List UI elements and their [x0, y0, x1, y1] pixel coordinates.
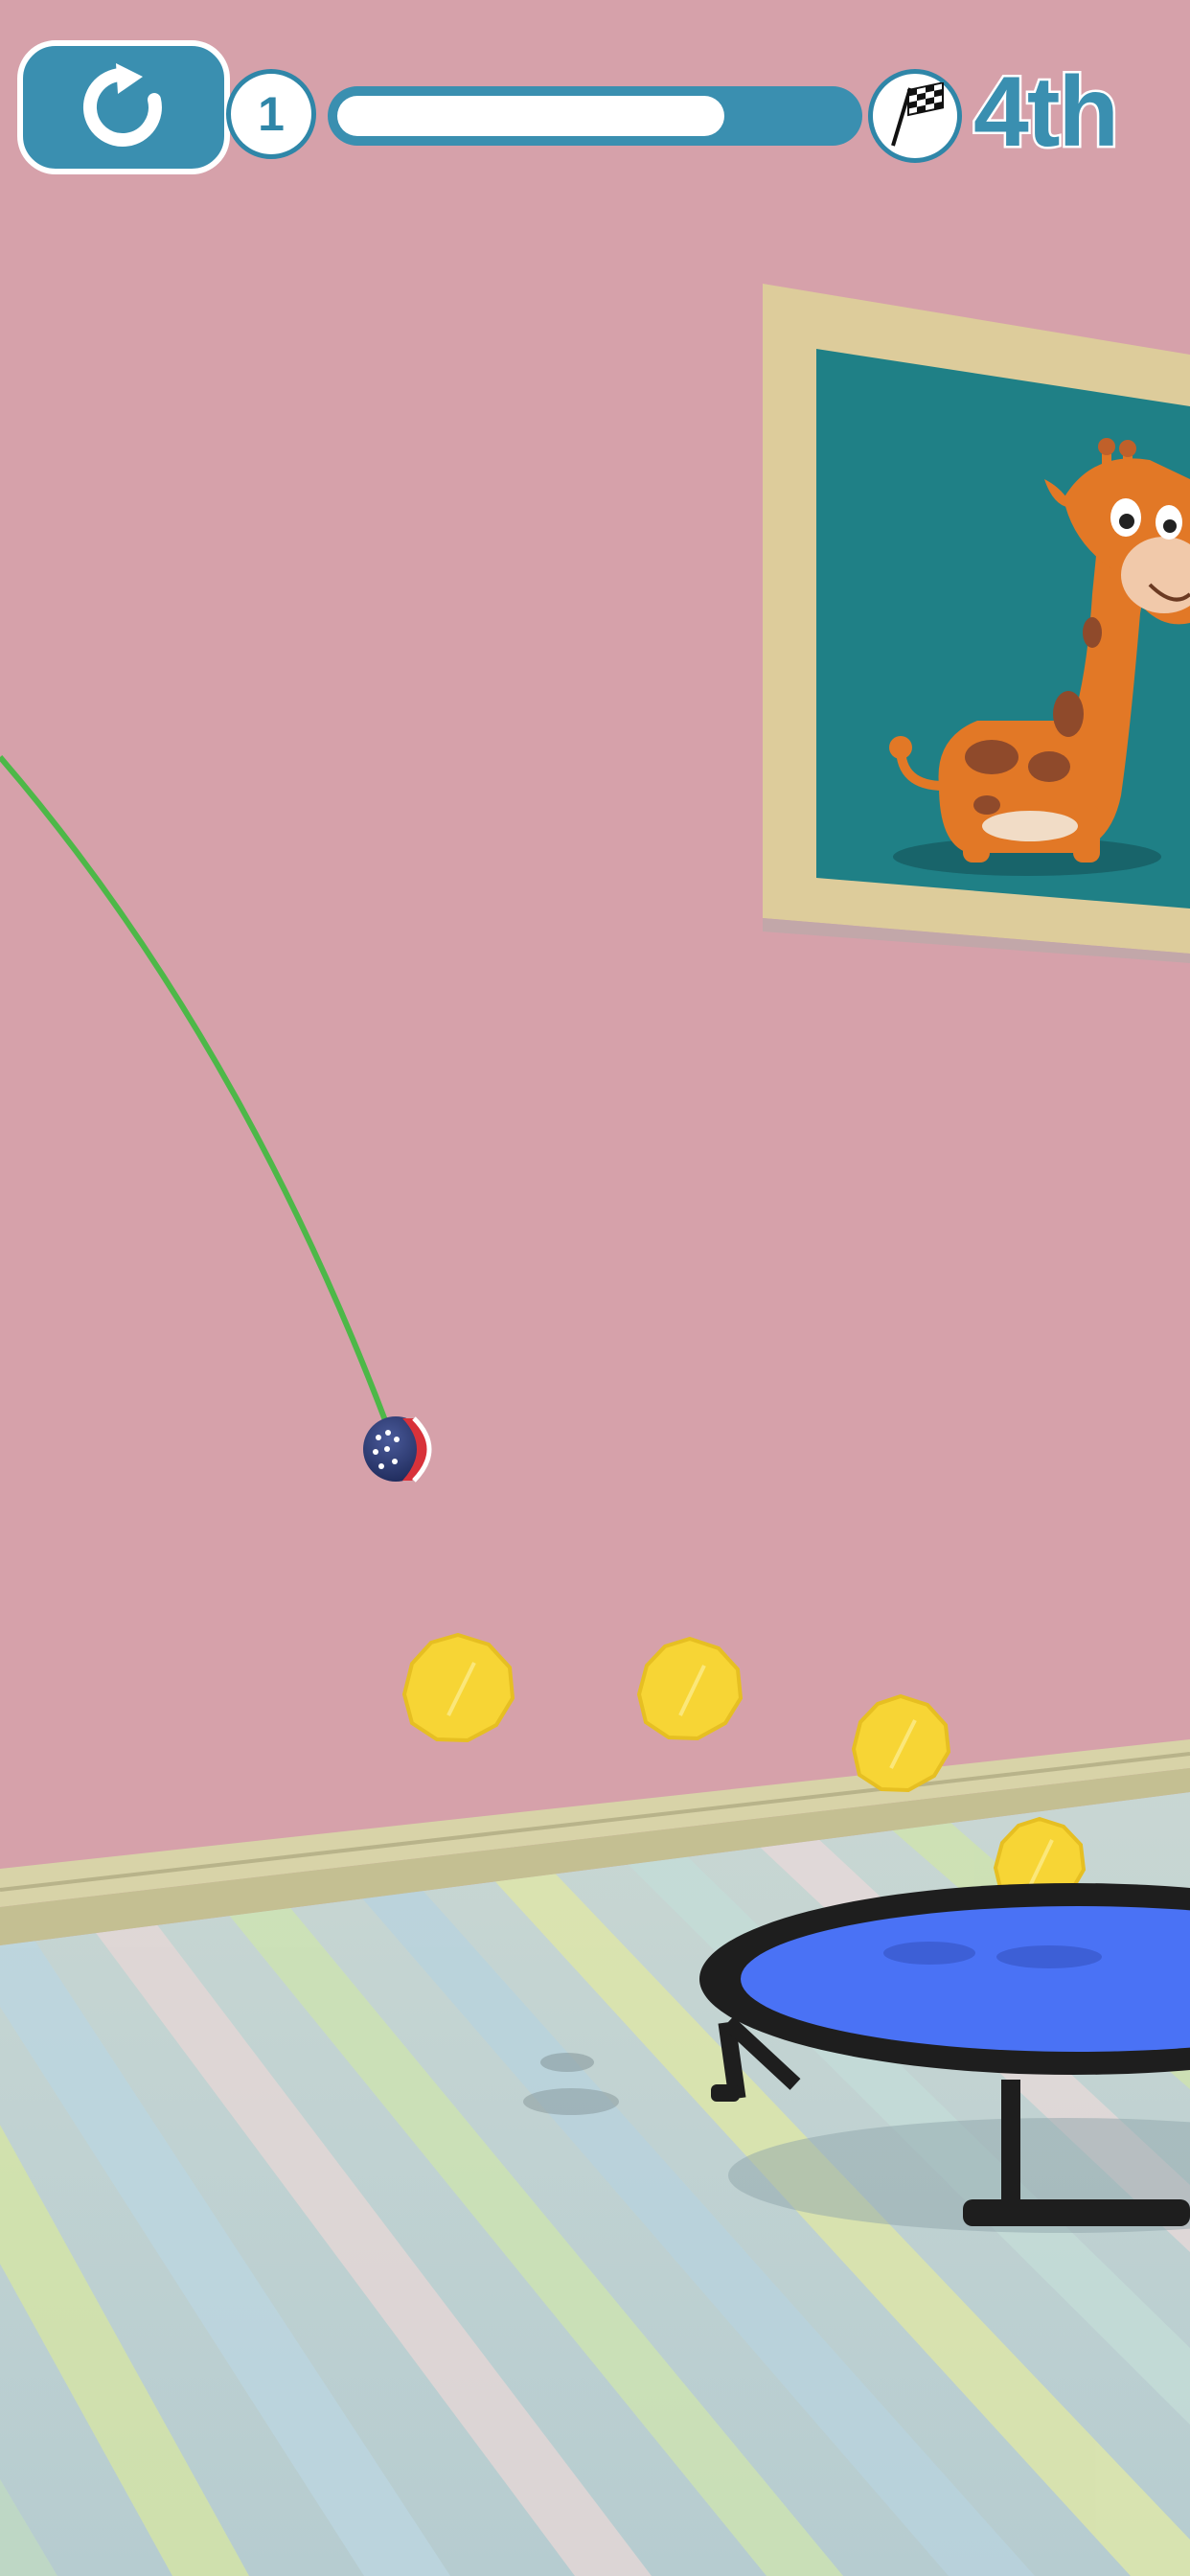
wall [0, 0, 1190, 2012]
finish-indicator [868, 69, 962, 163]
game-scene[interactable] [0, 0, 1190, 2576]
trampoline [699, 1883, 1190, 2233]
level-progress-fill [337, 96, 724, 136]
level-indicator: 1 [226, 69, 316, 159]
giraffe-poster [763, 284, 1190, 963]
race-rank: 4th [972, 55, 1122, 171]
restart-button[interactable] [17, 40, 230, 174]
player-ball[interactable] [363, 1416, 432, 1483]
checkered-flag-icon [891, 82, 944, 147]
level-progress-bar [328, 86, 862, 146]
level-number: 1 [258, 87, 285, 141]
restart-arrow-icon [82, 63, 162, 147]
